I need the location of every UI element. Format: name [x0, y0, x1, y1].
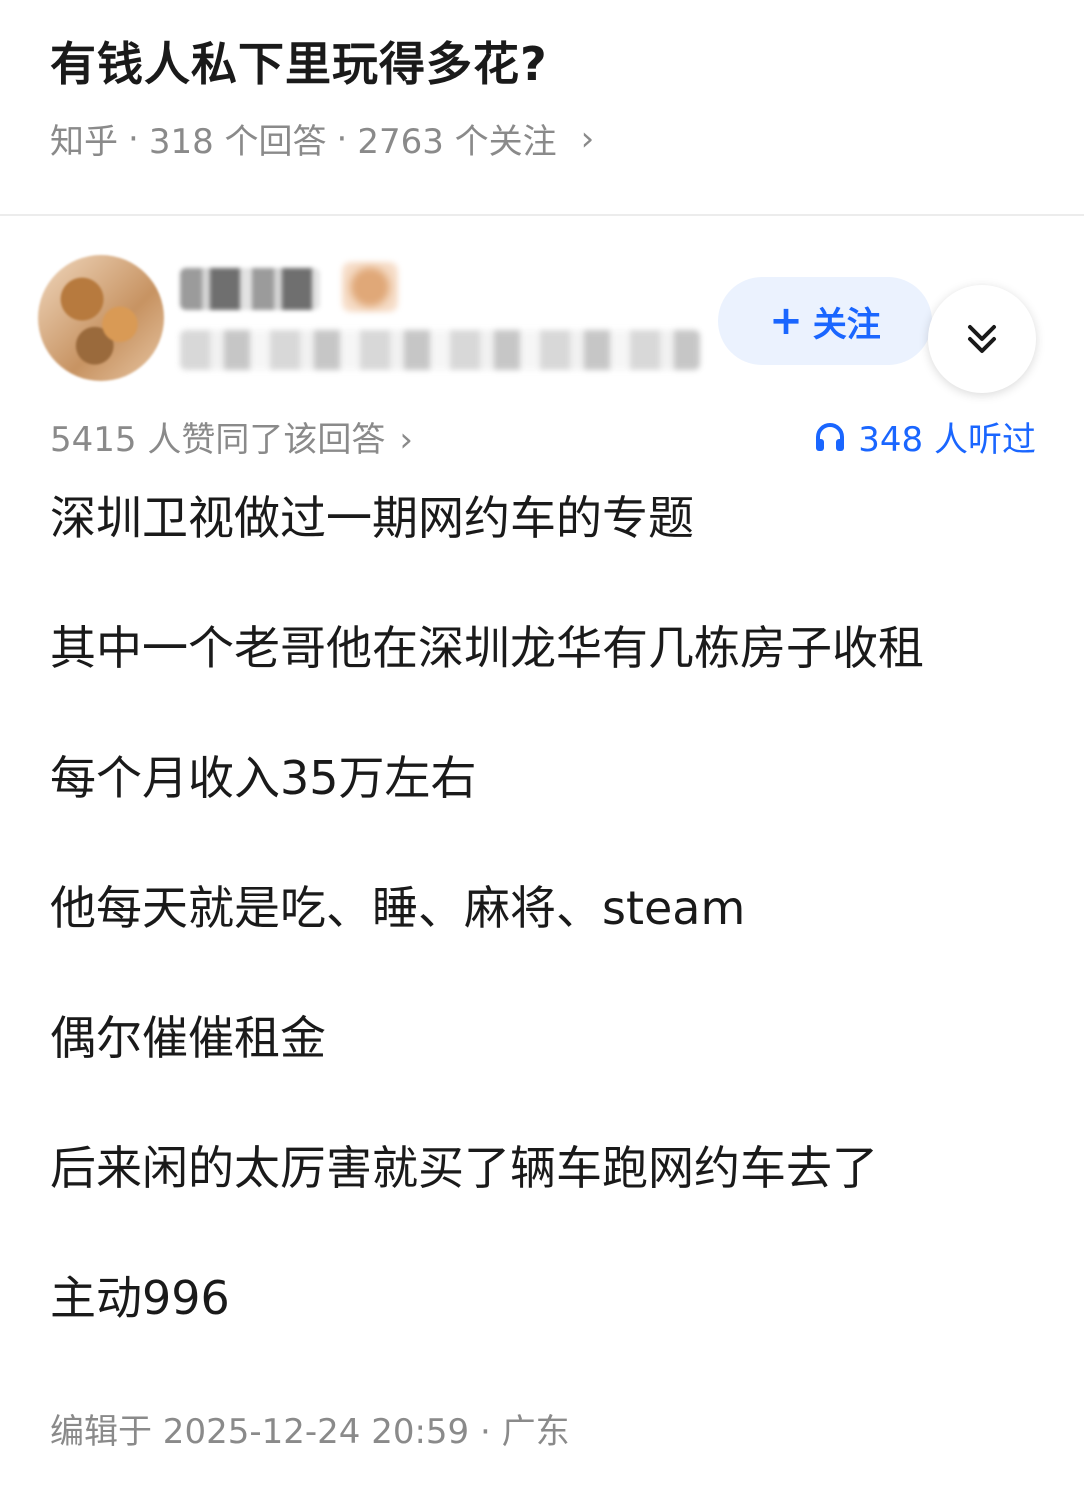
likes-count[interactable]: 5415 人赞同了该回答 › [50, 412, 413, 461]
paragraph: 偶尔催催租金 [50, 1011, 326, 1065]
separator-dot: · [128, 118, 139, 159]
question-title[interactable]: 有钱人私下里玩得多花? [50, 28, 548, 94]
follow-label: 关注 [812, 304, 881, 345]
divider [0, 214, 1084, 216]
likes-text: 5415 人赞同了该回答 [50, 420, 386, 460]
follower-count: 2763 个关注 [357, 122, 557, 162]
author-badge-blurred [342, 262, 398, 312]
headphones-icon [816, 422, 845, 451]
expand-button[interactable] [928, 285, 1036, 393]
question-meta[interactable]: 知乎 · 318 个回答 · 2763 个关注 › [50, 114, 594, 163]
paragraph: 主动996 [50, 1271, 230, 1325]
chevron-right-icon: › [580, 118, 595, 159]
avatar[interactable] [38, 255, 164, 381]
paragraph: 后来闲的太厉害就买了辆车跑网约车去了 [50, 1141, 878, 1195]
paragraph: 深圳卫视做过一期网约车的专题 [50, 491, 694, 545]
separator-dot: · [336, 118, 348, 159]
double-chevron-down-icon [968, 325, 996, 353]
source-label: 知乎 [50, 122, 118, 162]
chevron-right-icon: › [399, 420, 413, 460]
paragraph: 每个月收入35万左右 [50, 751, 477, 805]
answer-count: 318 个回答 [148, 122, 327, 162]
edit-timestamp: 编辑于 2025-12-24 20:59 · 广东 [50, 1412, 570, 1452]
listened-text: 348 人听过 [858, 420, 1036, 460]
paragraph: 他每天就是吃、睡、麻将、steam [50, 881, 746, 935]
listened-count[interactable]: 348 人听过 [812, 412, 1036, 461]
author-bio-blurred [180, 330, 700, 370]
paragraph: 其中一个老哥他在深圳龙华有几栋房子收租 [50, 621, 924, 675]
follow-button[interactable]: + 关注 [718, 277, 932, 365]
plus-icon: + [769, 298, 803, 344]
author-name-blurred[interactable] [180, 268, 320, 310]
